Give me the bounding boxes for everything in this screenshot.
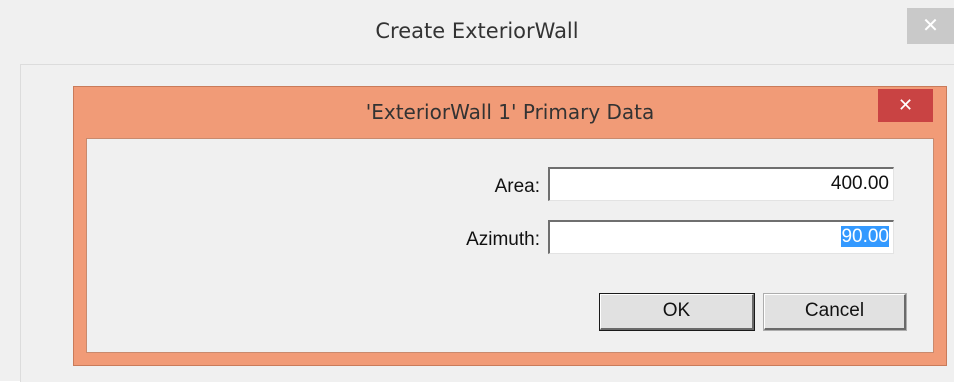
outer-window-title: Create ExteriorWall — [375, 19, 579, 43]
primary-data-dialog: 'ExteriorWall 1' Primary Data ✕ Area: 40… — [73, 86, 947, 366]
close-icon: ✕ — [922, 13, 939, 37]
dialog-title: 'ExteriorWall 1' Primary Data — [365, 100, 655, 124]
azimuth-value: 90.00 — [841, 226, 889, 247]
dialog-close-button[interactable]: ✕ — [878, 89, 933, 122]
area-value: 400.00 — [830, 173, 889, 194]
area-field[interactable]: 400.00 — [548, 167, 894, 201]
outer-window: Create ExteriorWall ✕ 'ExteriorWall 1' P… — [0, 0, 954, 382]
outer-close-button[interactable]: ✕ — [907, 8, 954, 44]
outer-titlebar[interactable]: Create ExteriorWall — [0, 0, 954, 62]
close-icon: ✕ — [897, 95, 914, 116]
azimuth-field[interactable]: 90.00 — [548, 220, 894, 254]
dialog-client-area: Area: 400.00 Azimuth: 90.00 OK Cancel — [86, 138, 934, 353]
azimuth-label: Azimuth: — [466, 229, 540, 250]
area-label: Area: — [494, 176, 540, 197]
ok-button[interactable]: OK — [599, 293, 755, 331]
cancel-button[interactable]: Cancel — [763, 293, 907, 331]
